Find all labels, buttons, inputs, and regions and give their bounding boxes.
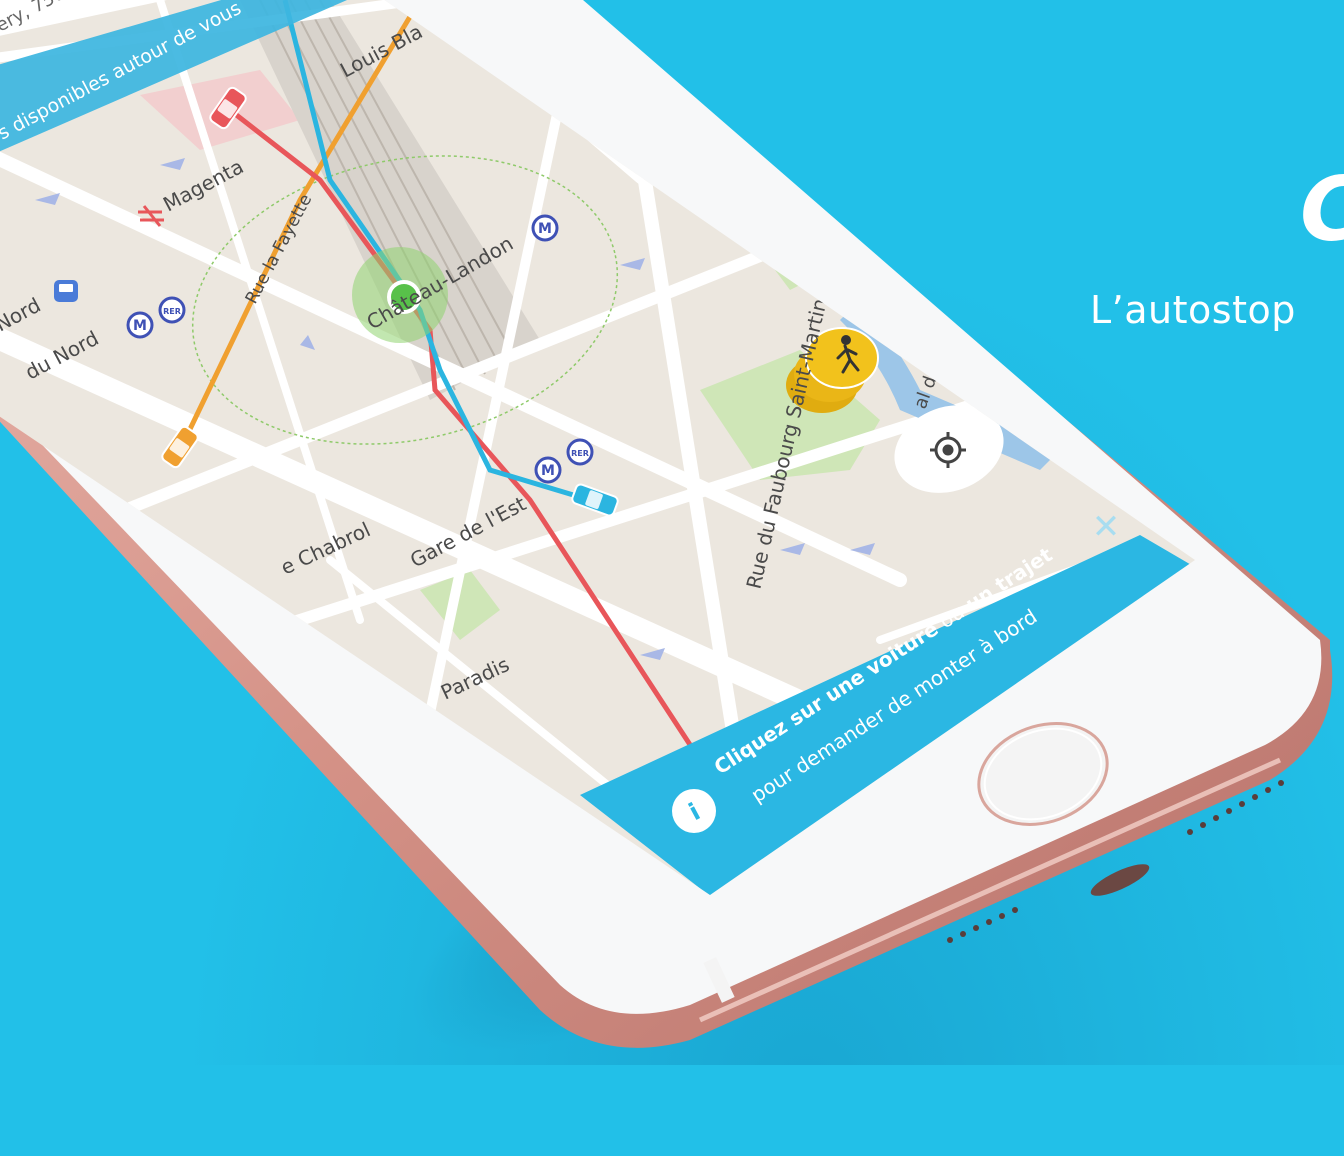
lightning-port xyxy=(1090,864,1150,896)
train-icon-nord xyxy=(54,280,78,302)
svg-text:M: M xyxy=(541,463,555,479)
svg-text:M: M xyxy=(538,221,552,237)
phone-scene: M M RER M RER Louis Bla Magenta Rue la F… xyxy=(0,0,1333,1048)
rer-badge-nord: RER xyxy=(158,296,186,324)
svg-text:M: M xyxy=(133,318,147,334)
close-hint-button[interactable]: ✕ xyxy=(1092,507,1121,547)
svg-text:RER: RER xyxy=(571,449,589,458)
metro-badge-chateau-landon: M xyxy=(531,214,559,242)
svg-text:RER: RER xyxy=(163,307,181,316)
info-button[interactable]: i xyxy=(672,789,716,833)
metro-badge-gare-est: M xyxy=(534,456,562,484)
metro-badge-nord: M xyxy=(126,311,154,339)
rer-badge-gare-est: RER xyxy=(566,438,594,466)
